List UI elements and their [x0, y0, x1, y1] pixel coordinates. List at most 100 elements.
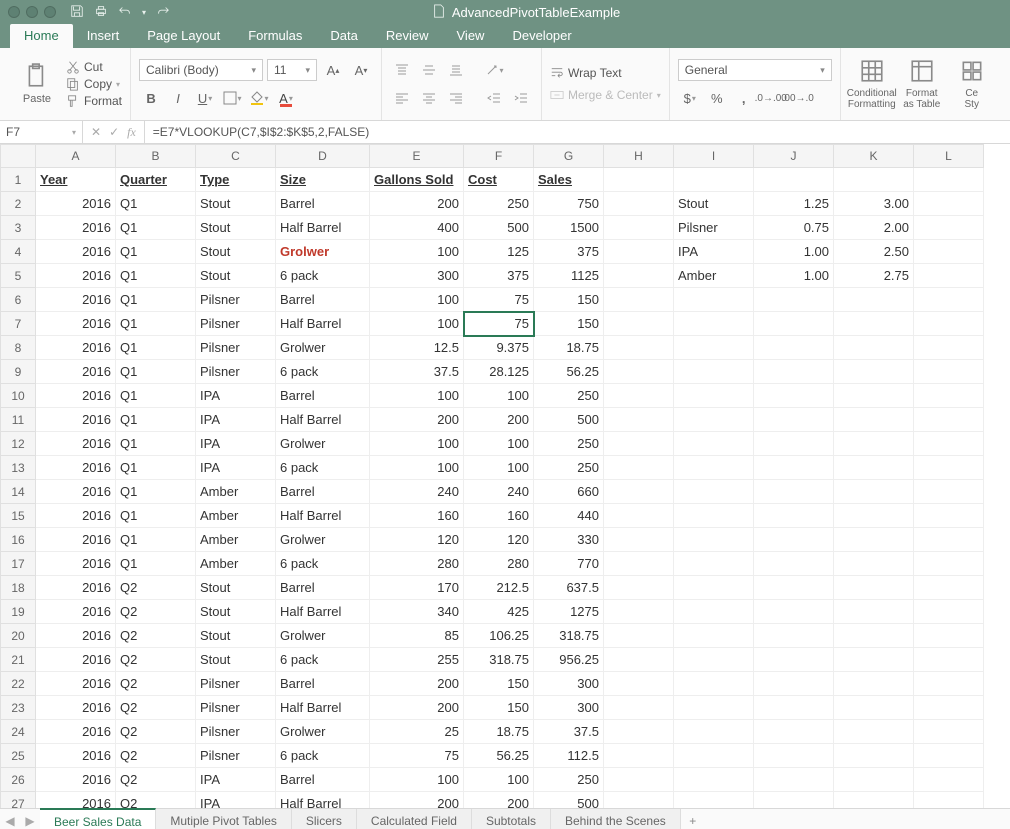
spreadsheet-grid[interactable]: ABCDEFGHIJKL1YearQuarterTypeSizeGallons …: [0, 144, 1010, 808]
cell-J18[interactable]: [754, 576, 834, 600]
redo-icon[interactable]: [156, 4, 170, 21]
cell-F9[interactable]: 28.125: [464, 360, 534, 384]
cell-A6[interactable]: 2016: [36, 288, 116, 312]
save-icon[interactable]: [70, 4, 84, 21]
cell-J21[interactable]: [754, 648, 834, 672]
cell-A7[interactable]: 2016: [36, 312, 116, 336]
cell-K25[interactable]: [834, 744, 914, 768]
cell-E17[interactable]: 280: [370, 552, 464, 576]
undo-icon[interactable]: [118, 4, 132, 21]
row-header-12[interactable]: 12: [1, 432, 36, 456]
fx-icon[interactable]: fx: [127, 125, 136, 140]
cell-E3[interactable]: 400: [370, 216, 464, 240]
cell-E2[interactable]: 200: [370, 192, 464, 216]
format-painter-button[interactable]: Format: [66, 94, 122, 108]
cell-K24[interactable]: [834, 720, 914, 744]
cell-D2[interactable]: Barrel: [276, 192, 370, 216]
decrease-decimal-icon[interactable]: .00→.0: [786, 87, 810, 109]
col-header-A[interactable]: A: [36, 145, 116, 168]
cell-B2[interactable]: Q1: [116, 192, 196, 216]
cell-F22[interactable]: 150: [464, 672, 534, 696]
cell-C27[interactable]: IPA: [196, 792, 276, 809]
cell-D15[interactable]: Half Barrel: [276, 504, 370, 528]
col-header-H[interactable]: H: [604, 145, 674, 168]
cell-I12[interactable]: [674, 432, 754, 456]
cell-L12[interactable]: [914, 432, 984, 456]
cell-A16[interactable]: 2016: [36, 528, 116, 552]
cell-K6[interactable]: [834, 288, 914, 312]
row-header-10[interactable]: 10: [1, 384, 36, 408]
row-header-18[interactable]: 18: [1, 576, 36, 600]
cell-H20[interactable]: [604, 624, 674, 648]
cell-I7[interactable]: [674, 312, 754, 336]
cell-G7[interactable]: 150: [534, 312, 604, 336]
cell-L19[interactable]: [914, 600, 984, 624]
cell-F13[interactable]: 100: [464, 456, 534, 480]
cell-G6[interactable]: 150: [534, 288, 604, 312]
cell-L24[interactable]: [914, 720, 984, 744]
cell-B17[interactable]: Q1: [116, 552, 196, 576]
cell-E10[interactable]: 100: [370, 384, 464, 408]
cell-E26[interactable]: 100: [370, 768, 464, 792]
cell-E27[interactable]: 200: [370, 792, 464, 809]
cell-I9[interactable]: [674, 360, 754, 384]
cell-A18[interactable]: 2016: [36, 576, 116, 600]
cell-D8[interactable]: Grolwer: [276, 336, 370, 360]
italic-button[interactable]: I: [166, 87, 190, 109]
cell-C17[interactable]: Amber: [196, 552, 276, 576]
cell-I10[interactable]: [674, 384, 754, 408]
cell-C13[interactable]: IPA: [196, 456, 276, 480]
row-header-5[interactable]: 5: [1, 264, 36, 288]
cell-F19[interactable]: 425: [464, 600, 534, 624]
cell-F27[interactable]: 200: [464, 792, 534, 809]
cell-F4[interactable]: 125: [464, 240, 534, 264]
cell-I23[interactable]: [674, 696, 754, 720]
maximize-window-button[interactable]: [44, 6, 56, 18]
cell-H5[interactable]: [604, 264, 674, 288]
cell-H26[interactable]: [604, 768, 674, 792]
row-header-14[interactable]: 14: [1, 480, 36, 504]
cell-A14[interactable]: 2016: [36, 480, 116, 504]
cell-F2[interactable]: 250: [464, 192, 534, 216]
cell-D5[interactable]: 6 pack: [276, 264, 370, 288]
cell-I8[interactable]: [674, 336, 754, 360]
cell-L2[interactable]: [914, 192, 984, 216]
cell-E19[interactable]: 340: [370, 600, 464, 624]
cell-H27[interactable]: [604, 792, 674, 809]
ribbon-tab-home[interactable]: Home: [10, 24, 73, 48]
cell-F11[interactable]: 200: [464, 408, 534, 432]
cell-J17[interactable]: [754, 552, 834, 576]
cell-B4[interactable]: Q1: [116, 240, 196, 264]
cell-B16[interactable]: Q1: [116, 528, 196, 552]
cell-G17[interactable]: 770: [534, 552, 604, 576]
cell-H3[interactable]: [604, 216, 674, 240]
cell-H14[interactable]: [604, 480, 674, 504]
minimize-window-button[interactable]: [26, 6, 38, 18]
cell-I1[interactable]: [674, 168, 754, 192]
cell-K1[interactable]: [834, 168, 914, 192]
cell-F5[interactable]: 375: [464, 264, 534, 288]
cell-H24[interactable]: [604, 720, 674, 744]
add-sheet-button[interactable]: +: [681, 814, 705, 828]
cell-K13[interactable]: [834, 456, 914, 480]
cell-J7[interactable]: [754, 312, 834, 336]
cell-B5[interactable]: Q1: [116, 264, 196, 288]
cell-G20[interactable]: 318.75: [534, 624, 604, 648]
cell-A3[interactable]: 2016: [36, 216, 116, 240]
cell-L20[interactable]: [914, 624, 984, 648]
cell-D12[interactable]: Grolwer: [276, 432, 370, 456]
row-header-11[interactable]: 11: [1, 408, 36, 432]
sheet-tab-slicers[interactable]: Slicers: [292, 809, 357, 829]
cell-A20[interactable]: 2016: [36, 624, 116, 648]
cell-A4[interactable]: 2016: [36, 240, 116, 264]
ribbon-tab-developer[interactable]: Developer: [498, 24, 585, 48]
cell-G21[interactable]: 956.25: [534, 648, 604, 672]
cell-A5[interactable]: 2016: [36, 264, 116, 288]
cell-C4[interactable]: Stout: [196, 240, 276, 264]
row-header-16[interactable]: 16: [1, 528, 36, 552]
col-header-I[interactable]: I: [674, 145, 754, 168]
cell-G23[interactable]: 300: [534, 696, 604, 720]
row-header-1[interactable]: 1: [1, 168, 36, 192]
cell-H6[interactable]: [604, 288, 674, 312]
cell-F20[interactable]: 106.25: [464, 624, 534, 648]
